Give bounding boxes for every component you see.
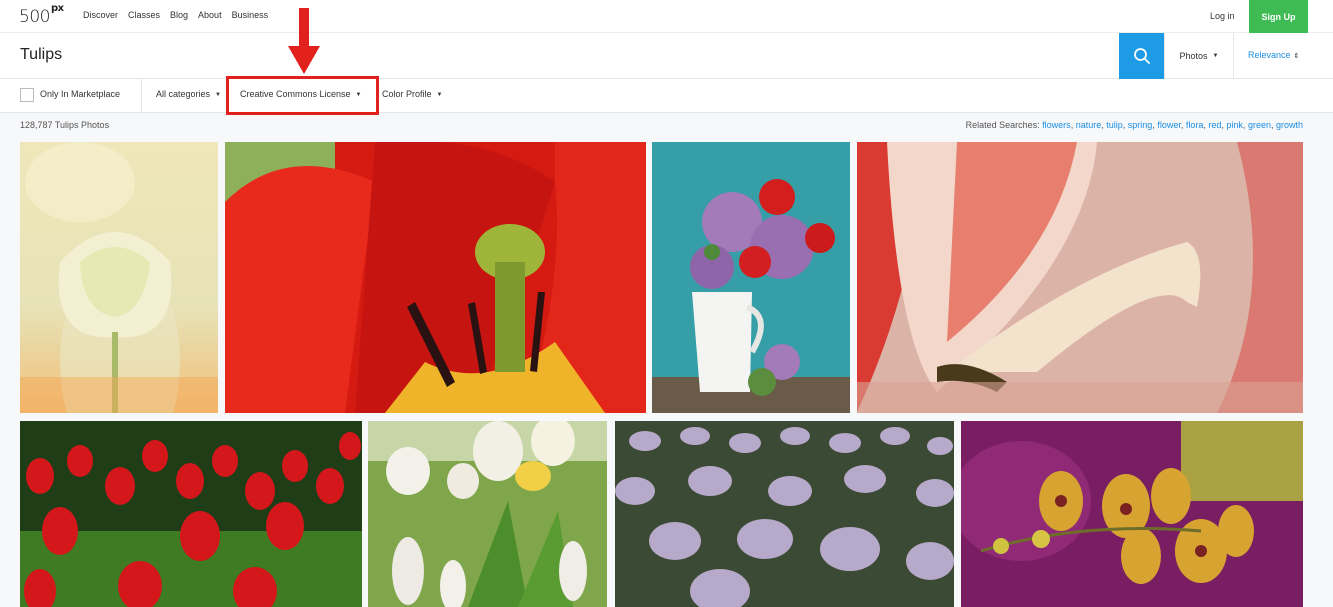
photo-tile[interactable] bbox=[225, 142, 646, 413]
photo-image bbox=[615, 421, 954, 607]
search-button[interactable] bbox=[1119, 33, 1164, 79]
sort-select[interactable]: Relevance ⇕ bbox=[1248, 50, 1299, 60]
nav-link-business[interactable]: Business bbox=[232, 10, 269, 20]
marketplace-checkbox-label[interactable]: Only In Marketplace bbox=[40, 89, 120, 99]
photo-image bbox=[20, 142, 218, 413]
color-profile-filter-label: Color Profile bbox=[382, 89, 432, 99]
chevron-down-icon: ▼ bbox=[355, 92, 362, 98]
categories-filter[interactable]: All categories ▼ bbox=[156, 89, 221, 99]
top-navbar: 500px Discover Classes Blog About Busine… bbox=[0, 0, 1333, 33]
signup-button[interactable]: Sign Up bbox=[1249, 0, 1308, 33]
photo-image bbox=[225, 142, 646, 413]
results-count: 128,787 Tulips Photos bbox=[20, 120, 110, 130]
logo-superscript: px bbox=[50, 3, 64, 15]
photo-tile[interactable] bbox=[857, 142, 1303, 413]
content-type-value: Photos bbox=[1179, 51, 1208, 61]
chevron-down-icon: ▼ bbox=[436, 92, 443, 98]
marketplace-checkbox[interactable] bbox=[20, 88, 34, 102]
nav-link-discover[interactable]: Discover bbox=[83, 10, 118, 20]
main-nav: Discover Classes Blog About Business bbox=[83, 10, 268, 20]
login-link[interactable]: Log in bbox=[1210, 11, 1235, 21]
license-filter[interactable]: Creative Commons License ▼ bbox=[240, 89, 362, 99]
500px-logo[interactable]: 500px bbox=[19, 3, 64, 27]
search-query[interactable]: Tulips bbox=[20, 46, 62, 64]
search-bar: Tulips Photos ▼ Relevance ⇕ bbox=[0, 33, 1333, 79]
nav-link-blog[interactable]: Blog bbox=[170, 10, 188, 20]
photo-tile[interactable] bbox=[368, 421, 607, 607]
photo-image bbox=[961, 421, 1303, 607]
categories-filter-label: All categories bbox=[156, 89, 211, 99]
license-filter-label: Creative Commons License bbox=[240, 89, 351, 99]
related-tag[interactable]: growth bbox=[1276, 120, 1303, 130]
photo-tile[interactable] bbox=[961, 421, 1303, 607]
chevron-down-icon: ▼ bbox=[1212, 53, 1219, 59]
filter-bar: Only In Marketplace All categories ▼ Crea… bbox=[0, 79, 1333, 113]
related-searches: Related Searches: flowers, nature, tulip… bbox=[965, 120, 1303, 130]
photo-image bbox=[368, 421, 607, 607]
related-tag[interactable]: spring bbox=[1128, 120, 1153, 130]
related-tag[interactable]: pink bbox=[1226, 120, 1243, 130]
photo-tile[interactable] bbox=[20, 142, 218, 413]
photo-tile[interactable] bbox=[652, 142, 850, 413]
related-tag[interactable]: flora bbox=[1186, 120, 1204, 130]
photo-image bbox=[20, 421, 362, 607]
search-icon bbox=[1133, 48, 1150, 64]
photo-image bbox=[857, 142, 1303, 413]
sort-arrows-icon: ⇕ bbox=[1293, 53, 1300, 60]
related-tag[interactable]: red bbox=[1208, 120, 1221, 130]
photo-image bbox=[652, 142, 850, 413]
chevron-down-icon: ▼ bbox=[215, 92, 221, 98]
related-tag[interactable]: green bbox=[1248, 120, 1271, 130]
nav-link-about[interactable]: About bbox=[198, 10, 222, 20]
logo-text: 500 bbox=[19, 7, 50, 27]
related-tag[interactable]: nature bbox=[1076, 120, 1102, 130]
sort-value: Relevance bbox=[1248, 50, 1291, 60]
photo-tile[interactable] bbox=[20, 421, 362, 607]
related-tag[interactable]: tulip bbox=[1106, 120, 1123, 130]
filter-divider bbox=[141, 79, 142, 113]
related-tag[interactable]: flowers bbox=[1042, 120, 1071, 130]
photo-tile[interactable] bbox=[615, 421, 954, 607]
related-searches-label: Related Searches: bbox=[965, 120, 1040, 130]
nav-link-classes[interactable]: Classes bbox=[128, 10, 160, 20]
color-profile-filter[interactable]: Color Profile ▼ bbox=[382, 89, 442, 99]
related-tag[interactable]: flower bbox=[1157, 120, 1181, 130]
content-type-select[interactable]: Photos ▼ bbox=[1164, 33, 1234, 79]
